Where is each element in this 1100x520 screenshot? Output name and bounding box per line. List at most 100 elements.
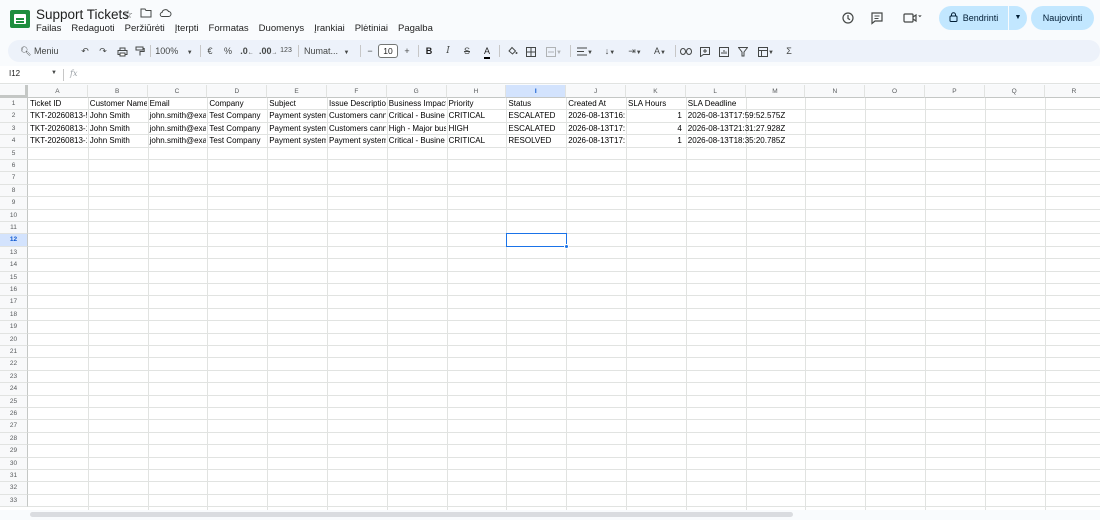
table-cell[interactable]: TKT-20260813-1 (28, 135, 87, 147)
header-cell[interactable]: SLA Deadline (686, 98, 806, 110)
table-cell[interactable]: Customers cann (327, 110, 386, 122)
row-header[interactable]: 16 (0, 284, 28, 297)
strikethrough-icon[interactable]: S (461, 40, 473, 62)
header-cell[interactable]: Email (148, 98, 207, 110)
row-header[interactable]: 10 (0, 209, 28, 222)
column-header[interactable]: R (1044, 85, 1100, 98)
row-header[interactable]: 12 (0, 234, 28, 247)
functions-sigma-icon[interactable]: Σ (782, 40, 796, 62)
table-cell[interactable]: 2026-08-13T21:31:27.928Z (686, 123, 806, 135)
decrease-font-size-icon[interactable]: − (364, 40, 376, 62)
column-header[interactable]: K (626, 85, 686, 98)
increase-font-size-icon[interactable]: + (401, 40, 413, 62)
paint-format-icon[interactable] (134, 40, 146, 62)
horizontal-scrollbar-thumb[interactable] (30, 512, 793, 517)
row-header[interactable]: 27 (0, 420, 28, 433)
table-cell[interactable]: john.smith@exa (148, 123, 207, 135)
header-cell[interactable]: Company (207, 98, 266, 110)
active-cell-selection[interactable] (506, 233, 568, 247)
table-cell[interactable]: CRITICAL (447, 110, 506, 122)
vertical-align-icon[interactable]: ↓▼ (599, 40, 621, 62)
share-button[interactable]: Bendrinti (939, 6, 1008, 30)
row-header[interactable]: 1 (0, 98, 28, 111)
star-icon[interactable]: ☆ (121, 8, 135, 22)
row-header[interactable]: 6 (0, 160, 28, 173)
meet-icon[interactable] (901, 11, 927, 27)
row-header[interactable]: 30 (0, 457, 28, 470)
header-cell[interactable]: Business Impact (387, 98, 446, 110)
table-cell[interactable]: CRITICAL (447, 135, 506, 147)
filter-icon[interactable] (736, 40, 750, 62)
row-header[interactable]: 5 (0, 147, 28, 160)
row-header[interactable]: 21 (0, 346, 28, 359)
zoom-select[interactable]: 100% ▼ (154, 40, 194, 62)
menu-item[interactable]: Plėtiniai (355, 23, 388, 34)
column-header[interactable]: I (506, 85, 567, 98)
row-header[interactable]: 19 (0, 321, 28, 334)
text-color-icon[interactable]: A (480, 40, 494, 62)
comments-icon[interactable] (869, 11, 885, 27)
table-cell[interactable]: Test Company (207, 110, 266, 122)
text-wrapping-icon[interactable]: ⇥▼ (624, 40, 646, 62)
row-header[interactable]: 7 (0, 172, 28, 185)
table-cell[interactable]: 2026-08-13T16:5 (566, 110, 625, 122)
column-header[interactable]: L (685, 85, 746, 98)
row-header[interactable]: 13 (0, 246, 28, 260)
undo-icon[interactable]: ↶ (79, 40, 91, 62)
more-formats-button[interactable]: 123 (279, 40, 293, 62)
column-header[interactable]: C (147, 85, 208, 98)
table-cell[interactable]: 1 (626, 135, 685, 147)
share-options-chevron-down-icon[interactable]: ▼ (1009, 6, 1027, 30)
column-header[interactable]: F (327, 85, 387, 98)
print-icon[interactable] (115, 40, 129, 62)
table-cell[interactable]: 2026-08-13T17:59:52.575Z (686, 110, 806, 122)
row-header[interactable]: 15 (0, 271, 28, 284)
row-header[interactable]: 29 (0, 445, 28, 458)
font-family-select[interactable]: Numat... ▼ (304, 40, 354, 62)
row-header[interactable]: 24 (0, 383, 28, 396)
table-cell[interactable]: ESCALATED (506, 123, 565, 135)
cloud-status-icon[interactable] (158, 8, 172, 22)
table-cell[interactable]: High - Major bus (387, 123, 446, 135)
insert-link-icon[interactable] (679, 40, 693, 62)
column-header[interactable]: D (207, 85, 268, 98)
header-cell[interactable]: Status (506, 98, 565, 110)
row-header[interactable]: 9 (0, 197, 28, 210)
table-cell[interactable]: Payment system (267, 123, 326, 135)
menu-item[interactable]: Įterpti (175, 23, 199, 34)
name-box-chevron-down-icon[interactable]: ▼ (51, 70, 57, 76)
increase-decimal-button[interactable]: .00→ (259, 40, 278, 62)
header-cell[interactable]: Customer Name (88, 98, 147, 110)
column-header[interactable]: O (865, 85, 925, 98)
row-header[interactable]: 8 (0, 184, 28, 198)
table-cell[interactable]: John Smith (88, 135, 147, 147)
table-cell[interactable]: TKT-20260813-5 (28, 110, 87, 122)
table-cell[interactable]: HIGH (447, 123, 506, 135)
move-folder-icon[interactable] (139, 8, 153, 22)
table-cell[interactable]: RESOLVED (506, 135, 565, 147)
column-header[interactable]: E (267, 85, 327, 98)
sheet-grid[interactable]: A B C D E F G H I J K L M N O P Q R 1 2 3 4 5 6 7 8 9 10 11 12 13 14 15 1… (0, 85, 1100, 510)
menu-item[interactable]: Pagalba (398, 23, 433, 34)
table-cell[interactable]: 2026-08-13T17:3 (566, 135, 625, 147)
row-header[interactable]: 23 (0, 370, 28, 384)
column-header[interactable]: P (925, 85, 985, 98)
percent-format-button[interactable]: % (222, 40, 234, 62)
table-cell[interactable]: john.smith@exa (148, 110, 207, 122)
row-header[interactable]: 26 (0, 408, 28, 421)
table-cell[interactable]: Test Company (207, 123, 266, 135)
row-header[interactable]: 28 (0, 432, 28, 446)
merge-cells-icon[interactable]: ▼ (543, 40, 565, 62)
italic-icon[interactable]: I (442, 40, 454, 62)
header-cell[interactable]: Ticket ID (28, 98, 87, 110)
table-cell[interactable]: Payment system (267, 135, 326, 147)
menu-item[interactable]: Formatas (209, 23, 249, 34)
currency-format-button[interactable]: € (204, 40, 216, 62)
version-history-icon[interactable] (840, 11, 856, 27)
header-cell[interactable]: Issue Description (327, 98, 386, 110)
row-header[interactable]: 2 (0, 110, 28, 123)
name-box[interactable]: I12 (9, 69, 20, 78)
table-cell[interactable]: 1 (626, 110, 685, 122)
menu-item[interactable]: Redaguoti (71, 23, 114, 34)
row-header[interactable]: 25 (0, 395, 28, 408)
